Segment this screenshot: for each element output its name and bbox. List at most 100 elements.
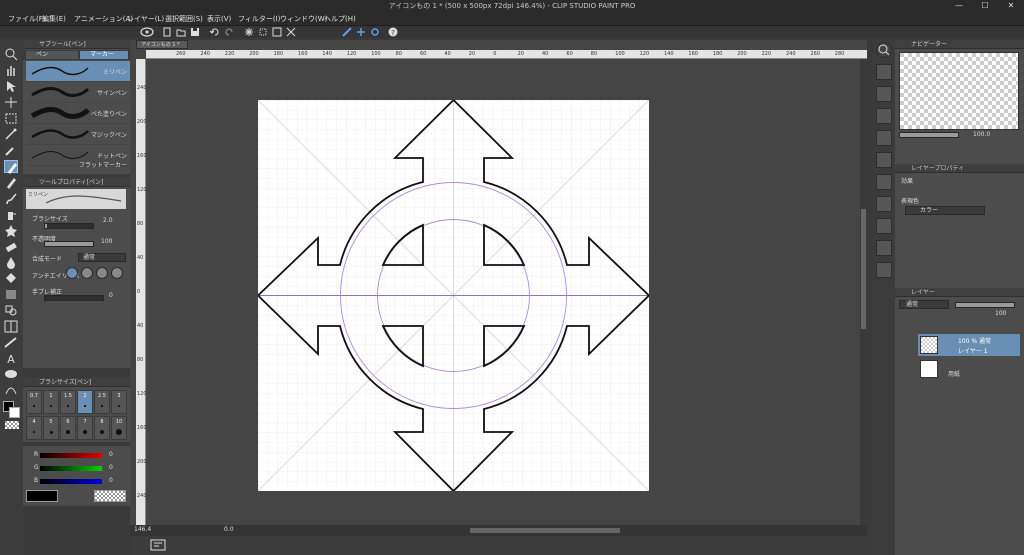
decoration-tool-icon[interactable] xyxy=(4,224,18,237)
ruler-tool-icon[interactable] xyxy=(4,336,18,349)
close-button[interactable]: ✕ xyxy=(998,0,1024,12)
layer-blend-select[interactable]: 通常 xyxy=(899,300,949,309)
brush-size-cell[interactable]: 4 xyxy=(26,416,42,440)
menu-animation[interactable]: アニメーション(A) xyxy=(74,14,133,24)
eyedropper-tool-icon[interactable] xyxy=(4,144,18,157)
menu-window[interactable]: ウィンドウ(W) xyxy=(280,14,327,24)
brush-item-sign-pen[interactable]: サインペン xyxy=(26,82,130,103)
brush-size-cell[interactable]: 1 xyxy=(43,390,59,414)
sub-color-swatch[interactable] xyxy=(9,407,20,418)
redo-icon[interactable] xyxy=(224,27,234,37)
transparent-color-swatch[interactable] xyxy=(5,421,19,429)
menu-selection[interactable]: 選択範囲(S) xyxy=(165,14,203,24)
horizontal-scrollbar[interactable] xyxy=(470,528,620,533)
pen-tool-active[interactable] xyxy=(4,160,18,174)
color-set-icon[interactable] xyxy=(876,86,892,102)
menu-edit[interactable]: 編集(E) xyxy=(42,14,66,24)
brush-tool-icon[interactable] xyxy=(4,192,18,205)
document-tab[interactable]: アイコンもの 1 * xyxy=(136,40,188,49)
layer-opacity-slider[interactable] xyxy=(955,302,1015,308)
blend-tool-icon[interactable] xyxy=(4,256,18,269)
blue-slider[interactable] xyxy=(40,479,102,484)
brush-size-cell[interactable]: 10 xyxy=(111,416,127,440)
menu-filter[interactable]: フィルター(I) xyxy=(238,14,280,24)
tab-marker[interactable]: マーカー xyxy=(80,51,128,59)
figure-tool-icon[interactable] xyxy=(4,304,18,317)
select-all-icon[interactable] xyxy=(272,27,282,37)
red-slider[interactable] xyxy=(40,453,102,458)
text-tool-icon[interactable]: A xyxy=(4,352,18,365)
auto-select-icon[interactable] xyxy=(4,128,18,141)
stabilize-slider[interactable] xyxy=(44,295,104,301)
menu-layer[interactable]: レイヤー(L) xyxy=(127,14,164,24)
layer-row-1[interactable]: 100 % 通常 レイヤー 1 xyxy=(918,334,1020,356)
brush-item-milli-pen[interactable]: ミリペン xyxy=(26,61,130,82)
tab-pen[interactable]: ペン xyxy=(26,51,78,59)
help-icon[interactable]: ? xyxy=(388,27,398,37)
snap-ruler-icon[interactable] xyxy=(342,27,352,37)
brush-item-fill-pen[interactable]: べた塗りペン xyxy=(26,103,130,124)
vertical-scroll-thumb[interactable] xyxy=(861,209,866,329)
minimize-button[interactable]: — xyxy=(946,0,972,12)
current-color-preview[interactable] xyxy=(26,490,58,502)
gradient-tool-icon[interactable] xyxy=(4,288,18,301)
brush-item-flat-marker[interactable]: フラットマーカー xyxy=(26,162,130,174)
brush-size-cell[interactable]: 8 xyxy=(94,416,110,440)
zoom-value[interactable]: 146.4 xyxy=(134,526,151,533)
material-icon[interactable] xyxy=(876,174,892,190)
brush-size-cell[interactable]: 5 xyxy=(43,416,59,440)
navigator-zoom-slider[interactable] xyxy=(899,132,959,138)
airbrush-tool-icon[interactable] xyxy=(4,208,18,221)
layer-row-paper[interactable]: 用紙 xyxy=(918,358,1020,380)
antialias-strong[interactable] xyxy=(111,267,123,279)
new-file-icon[interactable] xyxy=(162,27,172,37)
brush-size-cell[interactable]: 1.5 xyxy=(60,390,76,414)
menu-view[interactable]: 表示(V) xyxy=(207,14,231,24)
open-file-icon[interactable] xyxy=(176,27,186,37)
maximize-button[interactable]: ☐ xyxy=(972,0,998,12)
hand-tool-icon[interactable] xyxy=(4,64,18,77)
brush-size-cell[interactable]: 7 xyxy=(77,416,93,440)
move-layer-icon[interactable] xyxy=(4,96,18,109)
drawing-canvas[interactable] xyxy=(258,100,649,491)
color-wheel-icon[interactable] xyxy=(876,64,892,80)
operation-tool-icon[interactable] xyxy=(4,80,18,93)
vertical-scrollbar[interactable] xyxy=(860,59,867,525)
menu-help[interactable]: ヘルプ(H) xyxy=(324,14,356,24)
app-logo-icon[interactable] xyxy=(140,27,154,37)
snap-special-ruler-icon[interactable] xyxy=(356,27,366,37)
brush-size-cell[interactable]: 3 xyxy=(111,390,127,414)
brush-size-cell[interactable]: 2.5 xyxy=(94,390,110,414)
eraser-tool-icon[interactable] xyxy=(4,240,18,253)
search-icon[interactable] xyxy=(876,42,892,58)
transform-icon[interactable] xyxy=(258,27,268,37)
intermediate-color-icon[interactable] xyxy=(876,108,892,124)
material-manga-icon[interactable] xyxy=(876,218,892,234)
menu-file[interactable]: ファイル(F) xyxy=(8,14,46,24)
pencil-tool-icon[interactable] xyxy=(4,176,18,189)
clear-icon[interactable] xyxy=(244,27,254,37)
antialias-none[interactable] xyxy=(66,267,78,279)
brush-size-cell[interactable]: 6 xyxy=(60,416,76,440)
material-image-icon[interactable] xyxy=(876,196,892,212)
antialias-mid[interactable] xyxy=(96,267,108,279)
correct-line-tool-icon[interactable] xyxy=(4,384,18,397)
deselect-icon[interactable] xyxy=(286,27,296,37)
balloon-tool-icon[interactable] xyxy=(4,368,18,381)
brush-size-slider[interactable] xyxy=(44,223,94,229)
brush-size-cell[interactable]: 0.7 xyxy=(26,390,42,414)
blend-mode-select[interactable]: 通常 xyxy=(78,253,126,262)
approximate-color-icon[interactable] xyxy=(876,130,892,146)
save-icon[interactable] xyxy=(190,27,200,37)
brush-item-magic-pen[interactable]: マジックペン xyxy=(26,124,130,145)
selection-tool-icon[interactable] xyxy=(4,112,18,125)
green-slider[interactable] xyxy=(40,466,102,471)
frame-tool-icon[interactable] xyxy=(4,320,18,333)
expression-color-select[interactable]: カラー xyxy=(905,206,985,215)
antialias-weak[interactable] xyxy=(81,267,93,279)
sub-view-icon[interactable] xyxy=(876,262,892,278)
material-3d-icon[interactable] xyxy=(876,240,892,256)
color-history-icon[interactable] xyxy=(876,152,892,168)
zoom-tool-icon[interactable] xyxy=(4,48,18,61)
animation-icon[interactable] xyxy=(150,538,166,552)
